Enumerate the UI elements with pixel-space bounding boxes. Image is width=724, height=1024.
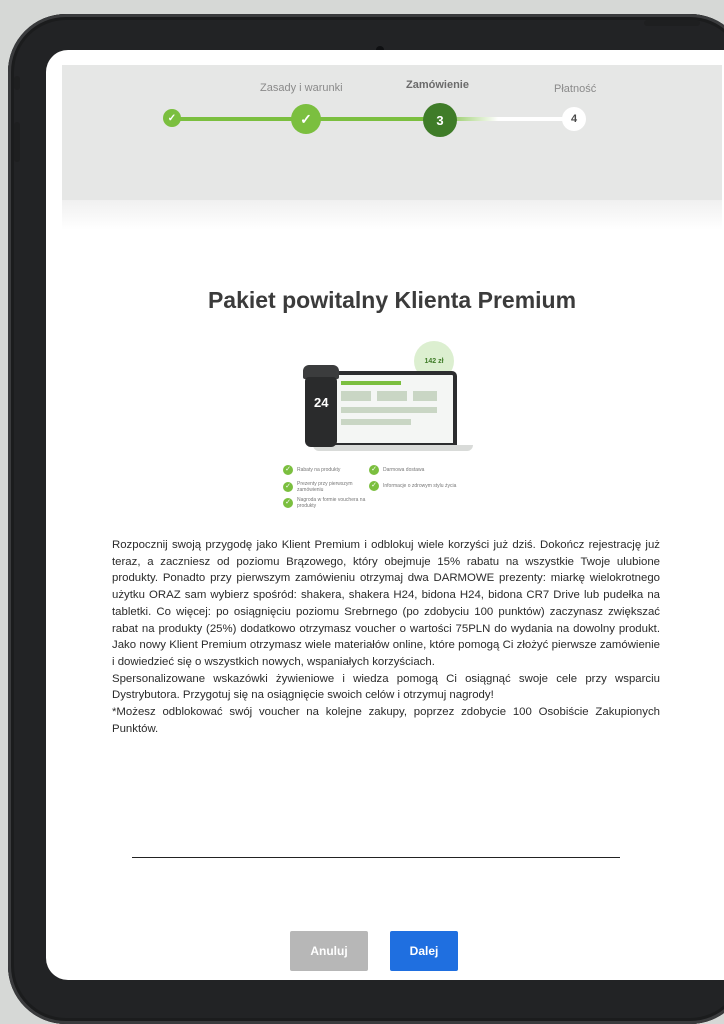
side-button	[14, 76, 20, 90]
next-button[interactable]: Dalej	[390, 931, 458, 971]
power-button	[644, 20, 700, 26]
benefit-item: ✓ Prezenty przy pierwszym zamówieniu	[283, 481, 373, 493]
shaker-logo: 24	[314, 395, 329, 410]
description-footnote: *Możesz odblokować swój voucher na kolej…	[112, 706, 660, 735]
description-paragraph: Spersonalizowane wskazówki żywieniowe i …	[112, 672, 660, 702]
page-title: Pakiet powitalny Klienta Premium	[207, 287, 577, 313]
description-paragraph: Rozpocznij swoją przygodę jako Klient Pr…	[112, 539, 660, 668]
shaker-icon: 24	[305, 377, 337, 447]
step-2-check-icon: ✓	[291, 104, 321, 134]
benefit-item: ✓ Informacje o zdrowym stylu życia	[369, 481, 459, 491]
divider	[132, 857, 620, 858]
description-text: Rozpocznij swoją przygodę jako Klient Pr…	[112, 537, 660, 737]
step-progress-fill	[172, 117, 302, 121]
step-label-terms: Zasady i warunki	[260, 82, 343, 94]
benefit-item: ✓ Darmowa dostawa	[369, 465, 459, 475]
step-progress-fill	[302, 117, 438, 121]
step-4-upcoming: 4	[562, 107, 586, 131]
check-icon: ✓	[369, 481, 379, 491]
check-icon: ✓	[283, 465, 293, 475]
check-icon: ✓	[369, 465, 379, 475]
laptop-base	[313, 445, 473, 451]
progress-stepper: ✓ ✓ 3 4 Zasady i warunki Zamówienie Płat…	[62, 65, 722, 200]
laptop-icon	[329, 371, 457, 447]
benefit-item: ✓ Nagroda w formie vouchera na produkty	[283, 497, 373, 509]
step-label-order: Zamówienie	[406, 79, 469, 91]
check-icon: ✓	[283, 498, 293, 508]
step-3-current: 3	[423, 103, 457, 137]
cancel-button[interactable]: Anuluj	[290, 931, 368, 971]
registration-page: ✓ ✓ 3 4 Zasady i warunki Zamówienie Płat…	[62, 65, 722, 971]
welcome-pack-image: 142 zł 24 ✓ Rabaty na produkty ✓ Darmowa…	[283, 337, 473, 509]
step-label-payment: Płatność	[554, 83, 597, 95]
step-1-check-icon: ✓	[163, 109, 181, 127]
volume-button	[14, 122, 20, 162]
stepper-shadow	[62, 200, 722, 230]
tablet-screen: ✓ ✓ 3 4 Zasady i warunki Zamówienie Płat…	[46, 50, 724, 980]
benefit-item: ✓ Rabaty na produkty	[283, 465, 373, 475]
check-icon: ✓	[283, 482, 293, 492]
